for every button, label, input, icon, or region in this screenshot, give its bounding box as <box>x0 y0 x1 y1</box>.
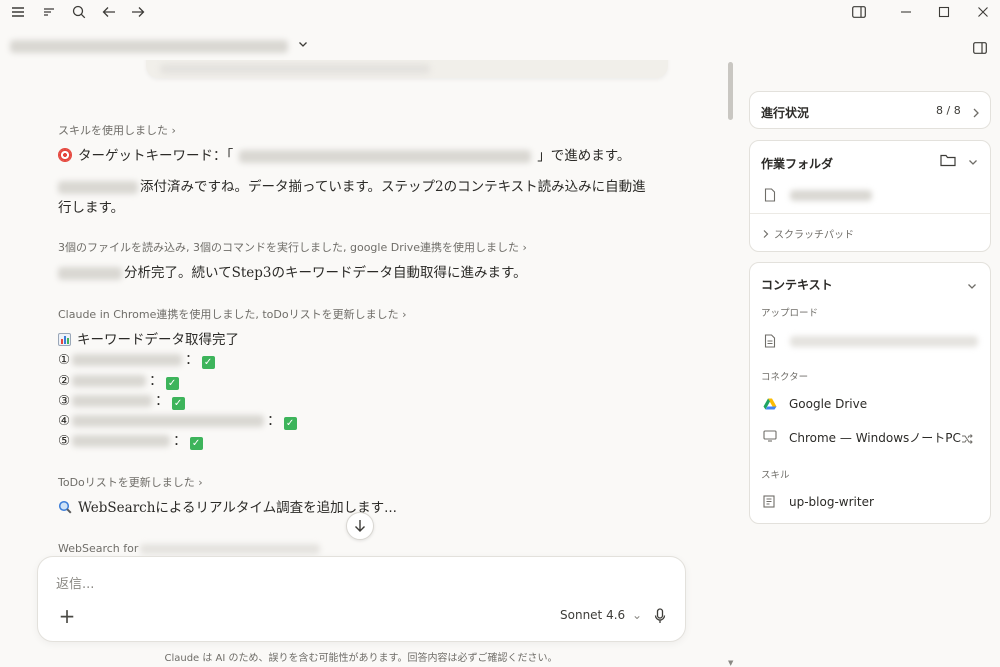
chevron-right-icon <box>763 230 769 238</box>
folder-label: 作業フォルダ <box>761 157 834 171</box>
redacted-keyword <box>239 149 532 163</box>
assistant-message-heading: キーワードデータ取得完了 <box>58 330 239 351</box>
shuffle-icon[interactable] <box>961 430 973 449</box>
list-item: ④： ✓ <box>58 411 297 432</box>
chat-transcript: スキルを使用しました › ターゲットキーワード：「 」で進めます。 添付済みですね… <box>0 60 728 560</box>
skill-up-blog-writer[interactable]: up-blog-writer <box>789 495 874 509</box>
context-card: コンテキスト アップロード コネクター Google Drive Chrome … <box>749 262 991 524</box>
assistant-message: WebSearchによるリアルタイム調査を追加します... <box>58 498 397 521</box>
tool-use-summary[interactable]: ToDoリストを更新しました › <box>58 474 203 490</box>
arrow-right-icon[interactable] <box>128 2 148 22</box>
progress-label: 進行状況 <box>761 106 810 120</box>
scroll-down-arrow-icon[interactable]: ▼ <box>728 659 733 667</box>
chevron-right-icon <box>971 104 981 123</box>
working-folder-card: 作業フォルダ スクラッチパッド <box>749 140 991 252</box>
plus-icon[interactable]: + <box>56 604 78 628</box>
assistant-message: 添付済みですね。データ揃っています。ステップ2のコンテキスト読み込みに自動進 <box>58 177 646 198</box>
chevron-down-icon[interactable] <box>966 277 978 296</box>
conversation-title-redacted[interactable] <box>10 40 288 53</box>
chat-scrollbar[interactable] <box>728 62 733 120</box>
side-panel-toggle-icon[interactable] <box>969 38 991 58</box>
assistant-message: ターゲットキーワード：「 」で進めます。 <box>58 146 630 167</box>
assistant-message-line2: 行します。 <box>58 200 125 216</box>
file-icon <box>762 187 778 203</box>
arrow-down-icon <box>355 520 365 532</box>
list-item: ①： ✓ <box>58 350 215 371</box>
google-drive-icon <box>762 396 778 412</box>
check-icon: ✓ <box>283 417 297 430</box>
skill-section-label: スキル <box>761 470 790 481</box>
connector-section-label: コネクター <box>761 372 809 383</box>
scroll-to-bottom-button[interactable] <box>346 512 374 540</box>
check-icon: ✓ <box>165 377 179 390</box>
check-icon: ✓ <box>189 437 203 450</box>
tool-use-summary[interactable]: Claude in Chrome連携を使用しました, toDoリストを更新しまし… <box>58 306 407 322</box>
check-icon: ✓ <box>201 356 215 369</box>
model-selector[interactable]: Sonnet 4.6 ⌄ <box>560 608 642 622</box>
disclaimer: Claude は AI のため、誤りを含む可能性があります。回答内容は必ずご確認… <box>164 653 558 664</box>
assistant-message: 分析完了。続いてStep3のキーワードデータ自動取得に進みます。 <box>58 263 527 284</box>
progress-card[interactable]: 進行状況 8 / 8 <box>749 91 991 129</box>
close-icon[interactable] <box>972 2 994 22</box>
reply-input[interactable] <box>56 573 656 595</box>
tool-use-summary[interactable]: スキルを使用しました › <box>58 122 176 138</box>
message-composer: + Sonnet 4.6 ⌄ <box>37 556 686 642</box>
title-bar <box>0 0 1000 24</box>
maximize-icon[interactable] <box>933 2 955 22</box>
tool-use-summary[interactable]: 3個のファイルを読み込み, 3個のコマンドを実行しました, google Dri… <box>58 239 527 255</box>
target-icon <box>58 148 72 162</box>
folder-icon[interactable] <box>940 152 956 171</box>
connector-google-drive[interactable]: Google Drive <box>789 397 867 411</box>
monitor-icon <box>762 428 778 444</box>
chart-icon <box>58 333 71 346</box>
chevron-down-icon: ⌄ <box>631 608 643 622</box>
scratchpad-toggle[interactable]: スクラッチパッド <box>762 226 854 241</box>
progress-count: 8 / 8 <box>936 104 961 117</box>
hamburger-icon[interactable] <box>8 2 28 22</box>
user-message-bubble <box>146 60 668 78</box>
conversation-header <box>0 34 730 60</box>
list-item: ③： ✓ <box>58 391 185 412</box>
chevron-down-icon[interactable] <box>967 153 979 172</box>
divider <box>750 213 990 214</box>
chevron-down-icon[interactable] <box>297 38 309 53</box>
uploaded-file-redacted[interactable] <box>790 336 978 347</box>
search-icon[interactable] <box>69 2 89 22</box>
list-item: ⑤： ✓ <box>58 431 203 452</box>
check-icon: ✓ <box>171 397 185 410</box>
list-item: ②： ✓ <box>58 371 179 392</box>
panel-icon[interactable] <box>848 2 870 22</box>
skill-icon <box>762 494 778 510</box>
connector-chrome[interactable]: Chrome — WindowsノートPC <box>789 429 961 446</box>
microphone-icon[interactable] <box>650 605 670 627</box>
minimize-icon[interactable] <box>895 2 917 22</box>
context-label: コンテキスト <box>761 278 833 292</box>
tool-use-summary[interactable]: WebSearch for <box>58 542 321 555</box>
document-icon <box>762 333 778 349</box>
arrow-left-icon[interactable] <box>99 2 119 22</box>
upload-section-label: アップロード <box>761 308 819 319</box>
magnifier-icon <box>58 500 72 521</box>
list-icon[interactable] <box>39 2 59 22</box>
folder-file-redacted[interactable] <box>790 190 872 201</box>
